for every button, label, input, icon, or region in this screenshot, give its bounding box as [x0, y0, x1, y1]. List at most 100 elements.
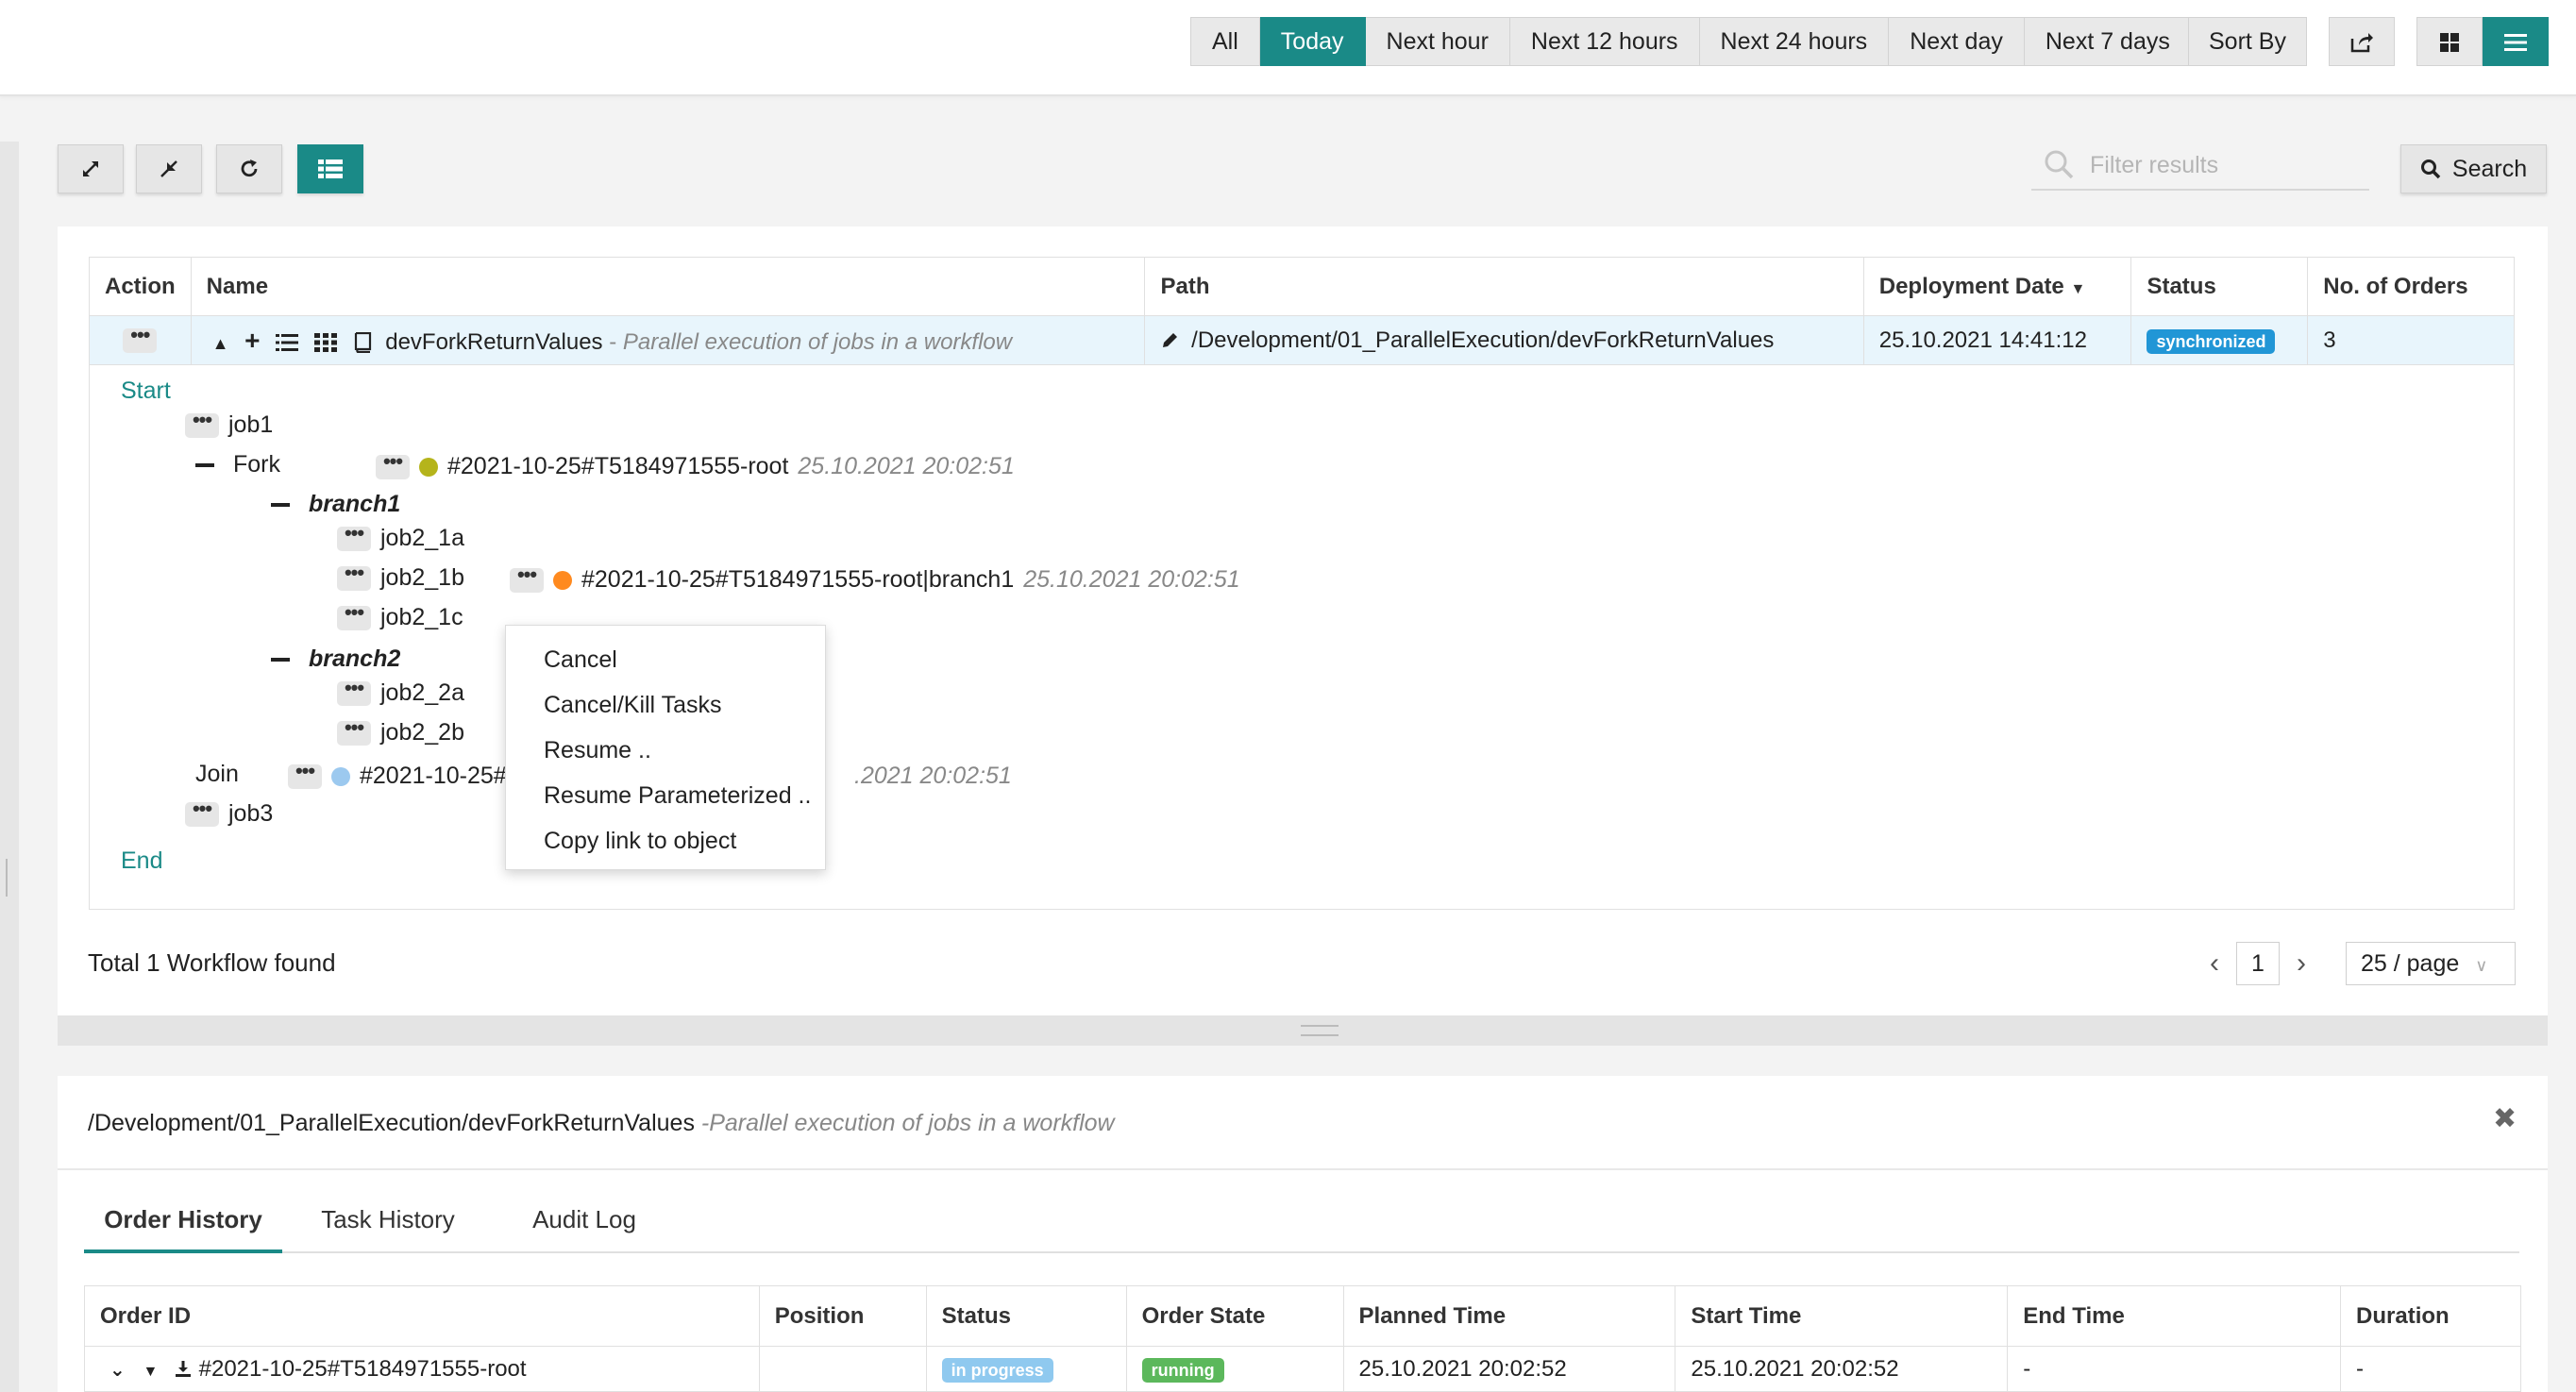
tab-order-history[interactable]: Order History: [84, 1189, 282, 1253]
branch1-order-id[interactable]: #2021-10-25#T5184971555-root|branch1: [581, 566, 1014, 594]
order-status-cell: in progress: [925, 1346, 1127, 1392]
menu-item-copy-link[interactable]: Copy link to object: [506, 818, 825, 864]
order-id[interactable]: #2021-10-25#T5184971555-root: [199, 1356, 527, 1382]
menu-item-resume-parameterized[interactable]: Resume Parameterized ..: [506, 773, 825, 818]
tree-node-fork: Fork: [195, 451, 280, 478]
fork-order: ••• #2021-10-25#T5184971555-root 25.10.2…: [376, 450, 1015, 480]
filter-input[interactable]: [2090, 151, 2364, 179]
order-position: [758, 1346, 927, 1392]
grid-view-button[interactable]: [2416, 17, 2483, 66]
row-path-cell: /Development/01_ParallelExecution/devFor…: [1144, 315, 1864, 365]
row-action-menu-button[interactable]: •••: [123, 325, 158, 354]
range-next-12-hours-button[interactable]: Next 12 hours: [1509, 17, 1700, 66]
sort-by-button[interactable]: Sort By: [2188, 17, 2307, 66]
workflow-name[interactable]: devForkReturnValues: [385, 329, 602, 355]
caret-down-icon[interactable]: ▼: [143, 1364, 158, 1380]
prev-page-icon[interactable]: ‹: [2210, 948, 2219, 980]
detail-header: /Development/01_ParallelExecution/devFor…: [88, 1110, 1115, 1137]
fork-collapse-icon[interactable]: [195, 462, 214, 467]
fork-order-menu-button[interactable]: •••: [376, 450, 410, 479]
range-next-day-button[interactable]: Next day: [1889, 17, 2025, 66]
close-icon[interactable]: ✖: [2493, 1102, 2517, 1135]
job2-1c-menu-button[interactable]: •••: [337, 601, 371, 630]
expand-all-button[interactable]: [58, 144, 124, 193]
book-icon: [354, 332, 371, 354]
refresh-button[interactable]: [216, 144, 282, 193]
tree-node-job2-2b: ••• job2_2b: [337, 716, 464, 746]
table-row[interactable]: ⌄ ▼ #2021-10-25#T5184971555-root in prog…: [84, 1346, 2521, 1392]
col-duration: Duration: [2340, 1285, 2521, 1347]
branch1-order-time: 25.10.2021 20:02:51: [1023, 566, 1240, 593]
tree-end: End: [121, 847, 163, 874]
branch1-order-menu-button[interactable]: •••: [510, 563, 544, 593]
pager: ‹ 1 ›: [2210, 942, 2306, 985]
chevron-down-icon[interactable]: ⌄: [109, 1360, 126, 1381]
detail-panel: /Development/01_ParallelExecution/devFor…: [58, 1076, 2548, 1392]
tab-audit-log[interactable]: Audit Log: [499, 1189, 669, 1253]
next-page-icon[interactable]: ›: [2297, 948, 2306, 980]
per-page-select[interactable]: 25 / page ∨: [2346, 942, 2516, 985]
branch2-collapse-icon[interactable]: [271, 657, 290, 662]
join-order-status-dot: [331, 766, 350, 786]
col-order-state: Order State: [1125, 1285, 1344, 1347]
expand-icon: [83, 161, 98, 176]
job2-2a-menu-button[interactable]: •••: [337, 677, 371, 706]
job2-1b-menu-button[interactable]: •••: [337, 562, 371, 591]
table-view-button[interactable]: [297, 144, 363, 193]
table-row[interactable]: ••• ▲ + devForkReturnValues - Parallel e…: [89, 315, 2515, 365]
col-orders: No. of Orders: [2307, 257, 2515, 316]
job3-menu-button[interactable]: •••: [185, 797, 219, 827]
detail-path: /Development/01_ParallelExecution/devFor…: [88, 1110, 695, 1136]
list-icon[interactable]: [276, 333, 299, 352]
search-icon: [2420, 159, 2441, 179]
range-today-button[interactable]: Today: [1259, 17, 1366, 66]
order-planned-time: 25.10.2021 20:02:52: [1342, 1346, 1676, 1392]
join-order-menu-button[interactable]: •••: [288, 760, 322, 789]
pencil-icon[interactable]: [1160, 331, 1179, 350]
tab-task-history[interactable]: Task History: [294, 1189, 482, 1253]
total-count: Total 1 Workflow found: [88, 948, 336, 977]
page-number[interactable]: 1: [2236, 942, 2280, 985]
join-order: ••• #2021-10-25#: [288, 760, 507, 790]
menu-item-cancel[interactable]: Cancel: [506, 637, 825, 682]
branch1-collapse-icon[interactable]: [271, 502, 290, 507]
filter-box: [2031, 142, 2369, 191]
refresh-icon: [241, 159, 258, 177]
col-order-status: Status: [925, 1285, 1127, 1347]
search-button[interactable]: Search: [2400, 144, 2547, 193]
search-label: Search: [2451, 155, 2528, 182]
list-table-icon: [318, 159, 343, 178]
col-path: Path: [1144, 257, 1864, 316]
join-order-id[interactable]: #2021-10-25#: [360, 763, 507, 790]
collapse-up-icon[interactable]: ▲: [212, 334, 229, 353]
order-state-badge: running: [1141, 1357, 1224, 1383]
drag-handle-icon: [1301, 1025, 1339, 1036]
range-next-24-hours-button[interactable]: Next 24 hours: [1699, 17, 1890, 66]
job2-2b-menu-button[interactable]: •••: [337, 716, 371, 746]
search-icon: [2045, 150, 2074, 179]
col-order-id: Order ID: [84, 1285, 760, 1347]
compress-icon: [160, 160, 177, 177]
collapse-all-button[interactable]: [136, 144, 202, 193]
tree-node-job1: ••• job1: [185, 409, 273, 439]
list-view-button[interactable]: [2483, 17, 2549, 66]
range-next-7-days-button[interactable]: Next 7 days: [2024, 17, 2192, 66]
menu-item-resume[interactable]: Resume ..: [506, 728, 825, 773]
branch1-order-status-dot: [553, 570, 572, 590]
col-deployment-date[interactable]: Deployment Date ▼: [1862, 257, 2132, 316]
share-button[interactable]: [2329, 17, 2395, 66]
grid-icon[interactable]: [313, 333, 337, 353]
job2-1a-menu-button[interactable]: •••: [337, 522, 371, 551]
tree-node-branch1: branch1: [271, 491, 400, 518]
range-next-hour-button[interactable]: Next hour: [1365, 17, 1510, 66]
order-id-cell: ⌄ ▼ #2021-10-25#T5184971555-root: [84, 1346, 760, 1392]
menu-item-cancel-kill-tasks[interactable]: Cancel/Kill Tasks: [506, 682, 825, 728]
range-all-button[interactable]: All: [1190, 17, 1260, 66]
order-history-table: Order ID Position Status Order State Pla…: [84, 1285, 2521, 1392]
panel-splitter[interactable]: [58, 1015, 2548, 1046]
download-icon[interactable]: [174, 1360, 193, 1379]
plus-icon[interactable]: +: [244, 326, 260, 355]
tree-node-join: Join: [195, 761, 239, 787]
fork-order-id[interactable]: #2021-10-25#T5184971555-root: [447, 453, 788, 480]
job1-menu-button[interactable]: •••: [185, 409, 219, 438]
